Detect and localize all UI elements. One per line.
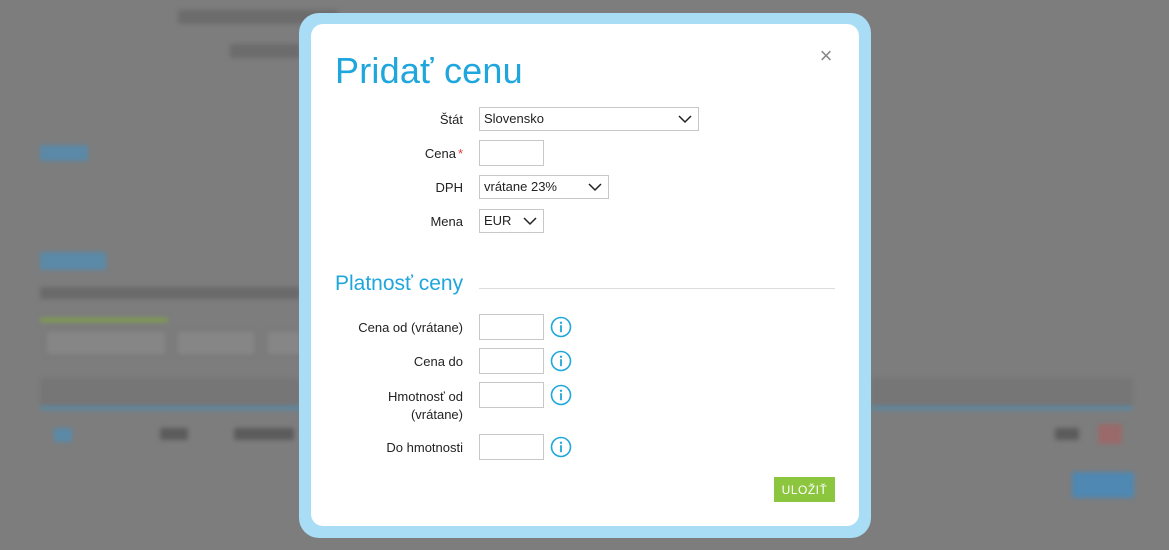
validity-section-title: Platnosť ceny xyxy=(335,272,464,295)
state-value: Slovensko xyxy=(484,111,544,126)
price-label: Cena * xyxy=(425,146,463,161)
currency-select[interactable]: EUR xyxy=(479,209,544,233)
vat-value: vrátane 23% xyxy=(484,179,557,194)
weight-from-input[interactable] xyxy=(479,382,544,408)
info-icon[interactable] xyxy=(550,384,572,406)
info-icon[interactable] xyxy=(550,350,572,372)
price-from-input[interactable] xyxy=(479,314,544,340)
section-divider xyxy=(479,288,835,289)
price-to-label: Cena do xyxy=(413,354,463,369)
weight-to-input[interactable] xyxy=(479,434,544,460)
dialog-title: Pridať cenu xyxy=(335,50,523,91)
price-to-input[interactable] xyxy=(479,348,544,374)
currency-value: EUR xyxy=(484,213,512,228)
dialog-frame: × Pridať cenu Štát Slovensko Cena * DPH v… xyxy=(299,13,871,538)
price-input[interactable] xyxy=(479,140,544,166)
weight-from-label-line2: (vrátane) xyxy=(410,407,463,422)
price-from-label: Cena od (vrátane) xyxy=(358,320,463,335)
chevron-down-icon xyxy=(588,183,602,192)
close-icon[interactable]: × xyxy=(815,45,837,67)
currency-label: Mena xyxy=(430,214,463,229)
info-icon[interactable] xyxy=(550,436,572,458)
weight-from-label-line1: Hmotnosť od xyxy=(388,389,463,404)
price-label-text: Cena xyxy=(424,146,456,161)
state-label: Štát xyxy=(439,112,463,127)
chevron-down-icon xyxy=(678,115,692,124)
required-mark: * xyxy=(457,146,463,161)
info-icon[interactable] xyxy=(550,316,572,338)
save-button[interactable]: ULOŽIŤ xyxy=(774,477,835,502)
add-price-dialog: × Pridať cenu Štát Slovensko Cena * DPH v… xyxy=(311,24,859,526)
weight-from-label: Hmotnosť od (vrátane) xyxy=(388,388,463,424)
vat-select[interactable]: vrátane 23% xyxy=(479,175,609,199)
chevron-down-icon xyxy=(523,217,537,226)
state-select[interactable]: Slovensko xyxy=(479,107,699,131)
weight-to-label: Do hmotnosti xyxy=(386,440,463,455)
vat-label: DPH xyxy=(435,180,463,195)
